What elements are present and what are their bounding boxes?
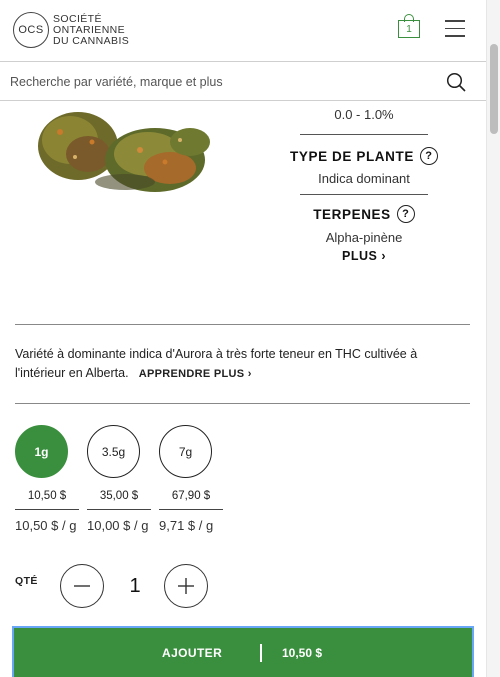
- quantity-value: 1: [129, 575, 141, 597]
- quantity-increase-button[interactable]: [164, 564, 208, 608]
- learn-more-link[interactable]: APPRENDRE PLUS ›: [132, 368, 252, 380]
- add-to-cart-button[interactable]: AJOUTER 10,50 $: [12, 626, 474, 677]
- search-input[interactable]: [10, 71, 430, 93]
- ocs-logo[interactable]: OCS SOCIÉTÉ ONTARIENNE DU CANNABIS: [13, 12, 129, 48]
- size-option-7g[interactable]: 7g: [159, 425, 212, 478]
- more-label: PLUS: [342, 249, 378, 263]
- plus-icon: [178, 578, 194, 594]
- unit-price-3-5g: 10,00 $ / g: [87, 518, 149, 533]
- product-description: Variété à dominante indica d'Aurora à tr…: [15, 345, 470, 384]
- more-terpenes-link[interactable]: PLUS ›: [287, 249, 441, 263]
- plant-type-help-icon[interactable]: ?: [419, 147, 438, 165]
- page-scrollbar[interactable]: [486, 0, 500, 677]
- terpenes-title: TERPENES: [313, 206, 391, 222]
- size-price-7g: 67,90 $: [159, 490, 223, 510]
- chevron-right-icon: ›: [247, 368, 252, 380]
- add-button-separator: [260, 644, 262, 662]
- size-price-1g: 10,50 $: [15, 490, 79, 510]
- search-icon[interactable]: [446, 72, 466, 92]
- scrollbar-thumb[interactable]: [490, 44, 498, 134]
- size-option-1g[interactable]: 1g: [15, 425, 68, 478]
- cart-count: 1: [398, 20, 420, 38]
- logo-text: SOCIÉTÉ ONTARIENNE DU CANNABIS: [53, 12, 130, 47]
- add-to-cart-label: AJOUTER: [162, 646, 223, 660]
- plant-type-heading: TYPE DE PLANTE ?: [287, 147, 441, 165]
- logo-mark: OCS: [13, 12, 49, 48]
- hamburger-menu-icon[interactable]: [445, 20, 465, 38]
- size-option-3-5g[interactable]: 3.5g: [87, 425, 140, 478]
- logo-line-1: SOCIÉTÉ: [53, 12, 102, 25]
- menu-line: [445, 20, 465, 22]
- unit-price-7g: 9,71 $ / g: [159, 518, 214, 533]
- menu-line: [445, 35, 465, 37]
- product-stats: 0.0 - 1.0% TYPE DE PLANTE ? Indica domin…: [287, 102, 441, 263]
- section-divider: [15, 324, 470, 325]
- minus-icon: [74, 585, 90, 587]
- unit-price-1g: 10,50 $ / g: [15, 518, 77, 533]
- logo-line-2: ONTARIENNE: [53, 23, 126, 36]
- stat-divider: [300, 194, 428, 195]
- add-to-cart-price: 10,50 $: [282, 646, 323, 660]
- terpenes-help-icon[interactable]: ?: [396, 205, 415, 223]
- plant-type-title: TYPE DE PLANTE: [290, 148, 414, 164]
- quantity-decrease-button[interactable]: [60, 564, 104, 608]
- learn-more-label: APPRENDRE PLUS: [138, 368, 245, 380]
- search-bar: [0, 63, 486, 101]
- site-header: OCS SOCIÉTÉ ONTARIENNE DU CANNABIS 1: [0, 0, 486, 62]
- stat-divider: [300, 134, 428, 135]
- size-price-3-5g: 35,00 $: [87, 490, 151, 510]
- menu-line: [445, 27, 465, 30]
- section-divider: [15, 403, 470, 404]
- cart-icon[interactable]: 1: [398, 14, 420, 38]
- chevron-right-icon: ›: [381, 249, 386, 263]
- logo-line-3: DU CANNABIS: [53, 34, 130, 47]
- terpenes-heading: TERPENES ?: [287, 205, 441, 223]
- terpenes-value: Alpha-pinène: [325, 230, 403, 245]
- cbd-range: 0.0 - 1.0%: [334, 107, 394, 122]
- quantity-label: QTÉ: [15, 575, 38, 587]
- plant-type-value: Indica dominant: [318, 171, 410, 186]
- product-image: [38, 112, 210, 192]
